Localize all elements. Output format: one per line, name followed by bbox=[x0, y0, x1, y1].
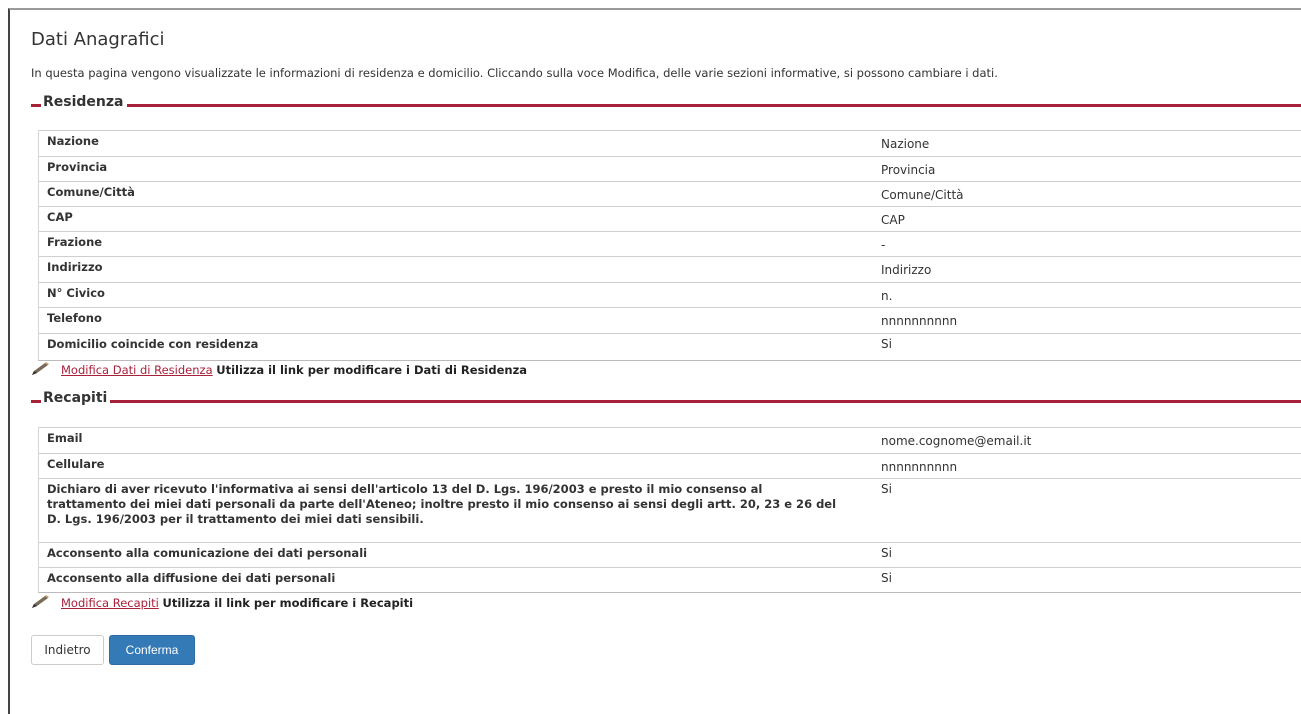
pencil-icon bbox=[32, 595, 49, 608]
field-label: Comune/Città bbox=[47, 185, 135, 199]
table-row: Cellulare nnnnnnnnnn bbox=[39, 453, 1301, 478]
field-value: Provincia bbox=[881, 163, 936, 177]
edit-residenza-hint: Utilizza il link per modificare i Dati d… bbox=[216, 363, 528, 377]
table-row: CAP CAP bbox=[39, 206, 1301, 231]
page-intro: In questa pagina vengono visualizzate le… bbox=[31, 66, 998, 80]
back-button[interactable]: Indietro bbox=[31, 635, 104, 665]
field-label: Cellulare bbox=[47, 457, 105, 471]
table-row: Telefono nnnnnnnnnn bbox=[39, 307, 1301, 333]
recapiti-panel: Email nome.cognome@email.it Cellulare nn… bbox=[38, 427, 1301, 593]
field-value: nnnnnnnnnn bbox=[881, 460, 958, 474]
section-divider bbox=[31, 400, 1301, 403]
field-value: Si bbox=[881, 482, 892, 496]
table-row: Email nome.cognome@email.it bbox=[39, 427, 1301, 453]
section-header-residenza: Residenza bbox=[31, 92, 1301, 116]
field-value: nome.cognome@email.it bbox=[881, 434, 1032, 448]
field-label: Email bbox=[47, 431, 83, 445]
edit-residenza-line: Modifica Dati di Residenza Utilizza il l… bbox=[31, 362, 527, 377]
field-value: Indirizzo bbox=[881, 263, 932, 277]
page-title: Dati Anagrafici bbox=[31, 29, 165, 50]
table-row: Nazione Nazione bbox=[39, 130, 1301, 156]
edit-recapiti-hint: Utilizza il link per modificare i Recapi… bbox=[162, 596, 414, 610]
field-value: Si bbox=[881, 546, 892, 560]
field-value: Si bbox=[881, 571, 892, 585]
field-label: Indirizzo bbox=[47, 260, 103, 274]
section-divider bbox=[31, 104, 1301, 107]
table-row: Acconsento alla comunicazione dei dati p… bbox=[39, 542, 1301, 567]
edit-residenza-link[interactable]: Modifica Dati di Residenza bbox=[61, 363, 213, 377]
field-label: Domicilio coincide con residenza bbox=[47, 337, 259, 351]
edit-recapiti-line: Modifica Recapiti Utilizza il link per m… bbox=[31, 595, 413, 610]
consent-informativa-label: Dichiaro di aver ricevuto l'informativa … bbox=[47, 482, 837, 526]
field-label: Telefono bbox=[47, 311, 102, 325]
field-value: CAP bbox=[881, 213, 905, 227]
field-label: Provincia bbox=[47, 160, 108, 174]
section-header-recapiti: Recapiti bbox=[31, 388, 1301, 412]
field-value: nnnnnnnnnn bbox=[881, 314, 958, 328]
residenza-panel: Nazione Nazione Provincia Provincia Comu… bbox=[38, 130, 1301, 361]
field-value: n. bbox=[881, 289, 893, 303]
field-label: Acconsento alla diffusione dei dati pers… bbox=[47, 571, 336, 585]
table-row: Indirizzo Indirizzo bbox=[39, 256, 1301, 282]
table-row: Domicilio coincide con residenza Si bbox=[39, 333, 1301, 360]
field-value: Comune/Città bbox=[881, 188, 964, 202]
table-row: N° Civico n. bbox=[39, 282, 1301, 307]
field-value: Nazione bbox=[881, 137, 930, 151]
field-label: Nazione bbox=[47, 134, 99, 148]
field-label: CAP bbox=[47, 210, 73, 224]
table-row: Comune/Città Comune/Città bbox=[39, 181, 1301, 206]
field-value: - bbox=[881, 238, 886, 252]
field-value: Si bbox=[881, 337, 892, 351]
field-label: Acconsento alla comunicazione dei dati p… bbox=[47, 546, 368, 560]
field-label: Frazione bbox=[47, 235, 103, 249]
table-row: Frazione - bbox=[39, 231, 1301, 256]
section-title-residenza: Residenza bbox=[41, 94, 127, 110]
table-row: Dichiaro di aver ricevuto l'informativa … bbox=[39, 478, 1301, 542]
edit-recapiti-link[interactable]: Modifica Recapiti bbox=[61, 596, 159, 610]
pencil-icon bbox=[32, 362, 49, 375]
confirm-button[interactable]: Conferma bbox=[109, 635, 195, 665]
table-row: Provincia Provincia bbox=[39, 156, 1301, 181]
field-label: N° Civico bbox=[47, 286, 105, 300]
section-title-recapiti: Recapiti bbox=[41, 390, 111, 406]
table-row: Acconsento alla diffusione dei dati pers… bbox=[39, 567, 1301, 592]
